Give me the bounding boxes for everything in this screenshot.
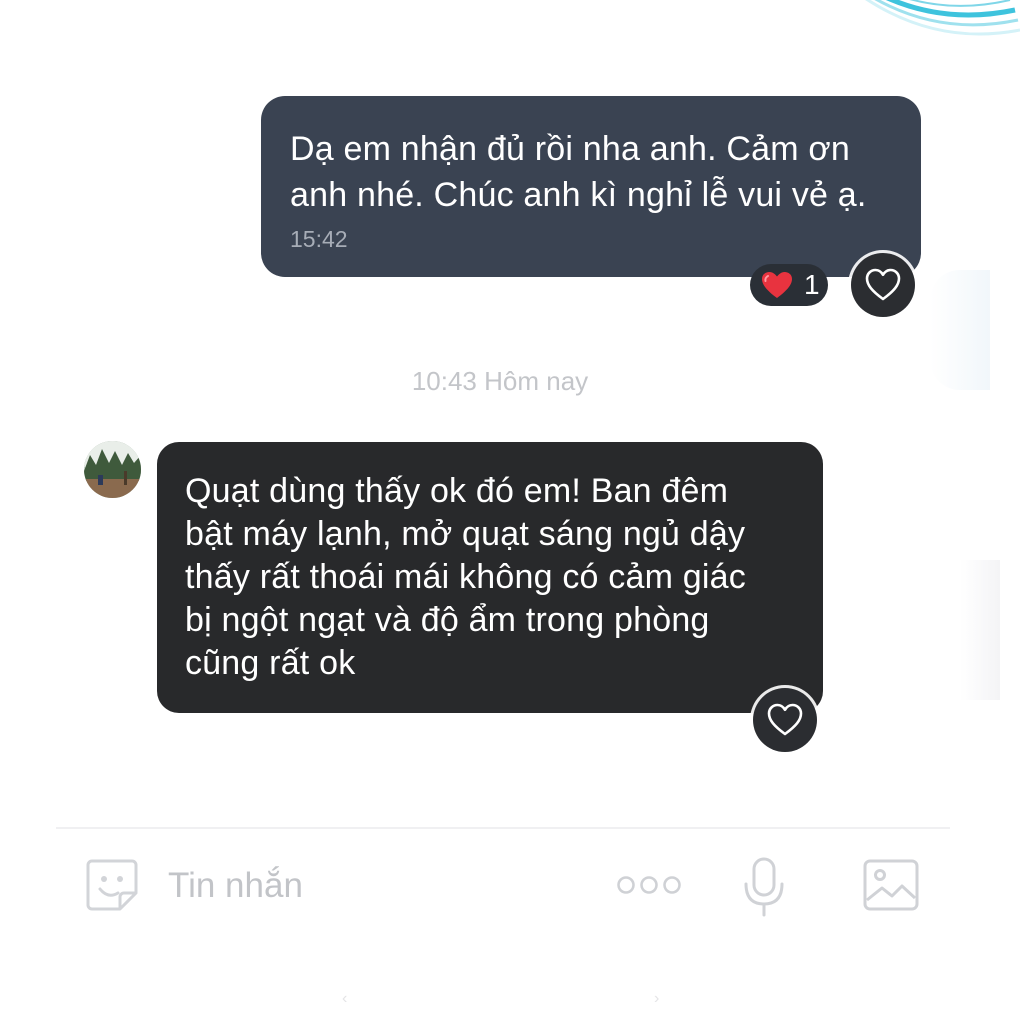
incoming-message-line: cũng rất ok [185,644,356,682]
react-heart-button[interactable] [753,688,817,752]
incoming-message-line: bị ngột ngạt và độ ẩm trong phòng [185,601,710,639]
incoming-message-bubble[interactable]: Quạt dùng thấy ok đó em! Ban đêm bật máy… [157,442,823,713]
incoming-message-line: thấy rất thoái mái không có cảm giác [185,558,746,596]
avatar[interactable] [84,441,141,498]
react-heart-button[interactable] [851,253,915,317]
message-composer [0,840,1024,940]
incoming-message-line: bật máy lạnh, mở quạt sáng ngủ dậy [185,515,746,553]
decorative-arc [865,0,1020,36]
outgoing-message-line: Dạ em nhận đủ rồi nha anh. Cảm ơn [290,130,850,168]
message-input[interactable] [168,860,588,912]
image-gallery-icon[interactable] [862,858,920,912]
message-timestamp: 15:42 [290,226,348,252]
more-dots-icon[interactable] [616,874,682,896]
heart-outline-icon [767,703,803,736]
reaction-count: 1 [804,269,820,300]
outgoing-message-bubble[interactable]: Dạ em nhận đủ rồi nha anh. Cảm ơn anh nh… [261,96,921,277]
incoming-message-text: Quạt dùng thấy ok đó em! Ban đêm bật máy… [185,470,803,685]
heart-outline-icon [865,268,901,301]
outgoing-message-text: Dạ em nhận đủ rồi nha anh. Cảm ơn anh nh… [290,126,893,218]
outgoing-message-line: anh nhé. Chúc anh kì nghỉ lễ vui vẻ ạ. [290,176,867,214]
nav-right-hint: › [654,990,660,1007]
decorative-shade [960,560,1000,700]
sticker-smiley-icon[interactable] [84,857,140,913]
nav-left-hint: ‹ [342,990,348,1007]
microphone-icon[interactable] [742,856,786,918]
chat-screen: Dạ em nhận đủ rồi nha anh. Cảm ơn anh nh… [0,0,1024,1024]
reaction-summary[interactable]: 1 [750,264,828,306]
incoming-message-line: Quạt dùng thấy ok đó em! Ban đêm [185,472,729,510]
date-separator: 10:43 Hôm nay [411,366,589,396]
red-heart-icon [762,272,792,298]
avatar-photo [84,441,141,498]
composer-divider [56,827,950,829]
